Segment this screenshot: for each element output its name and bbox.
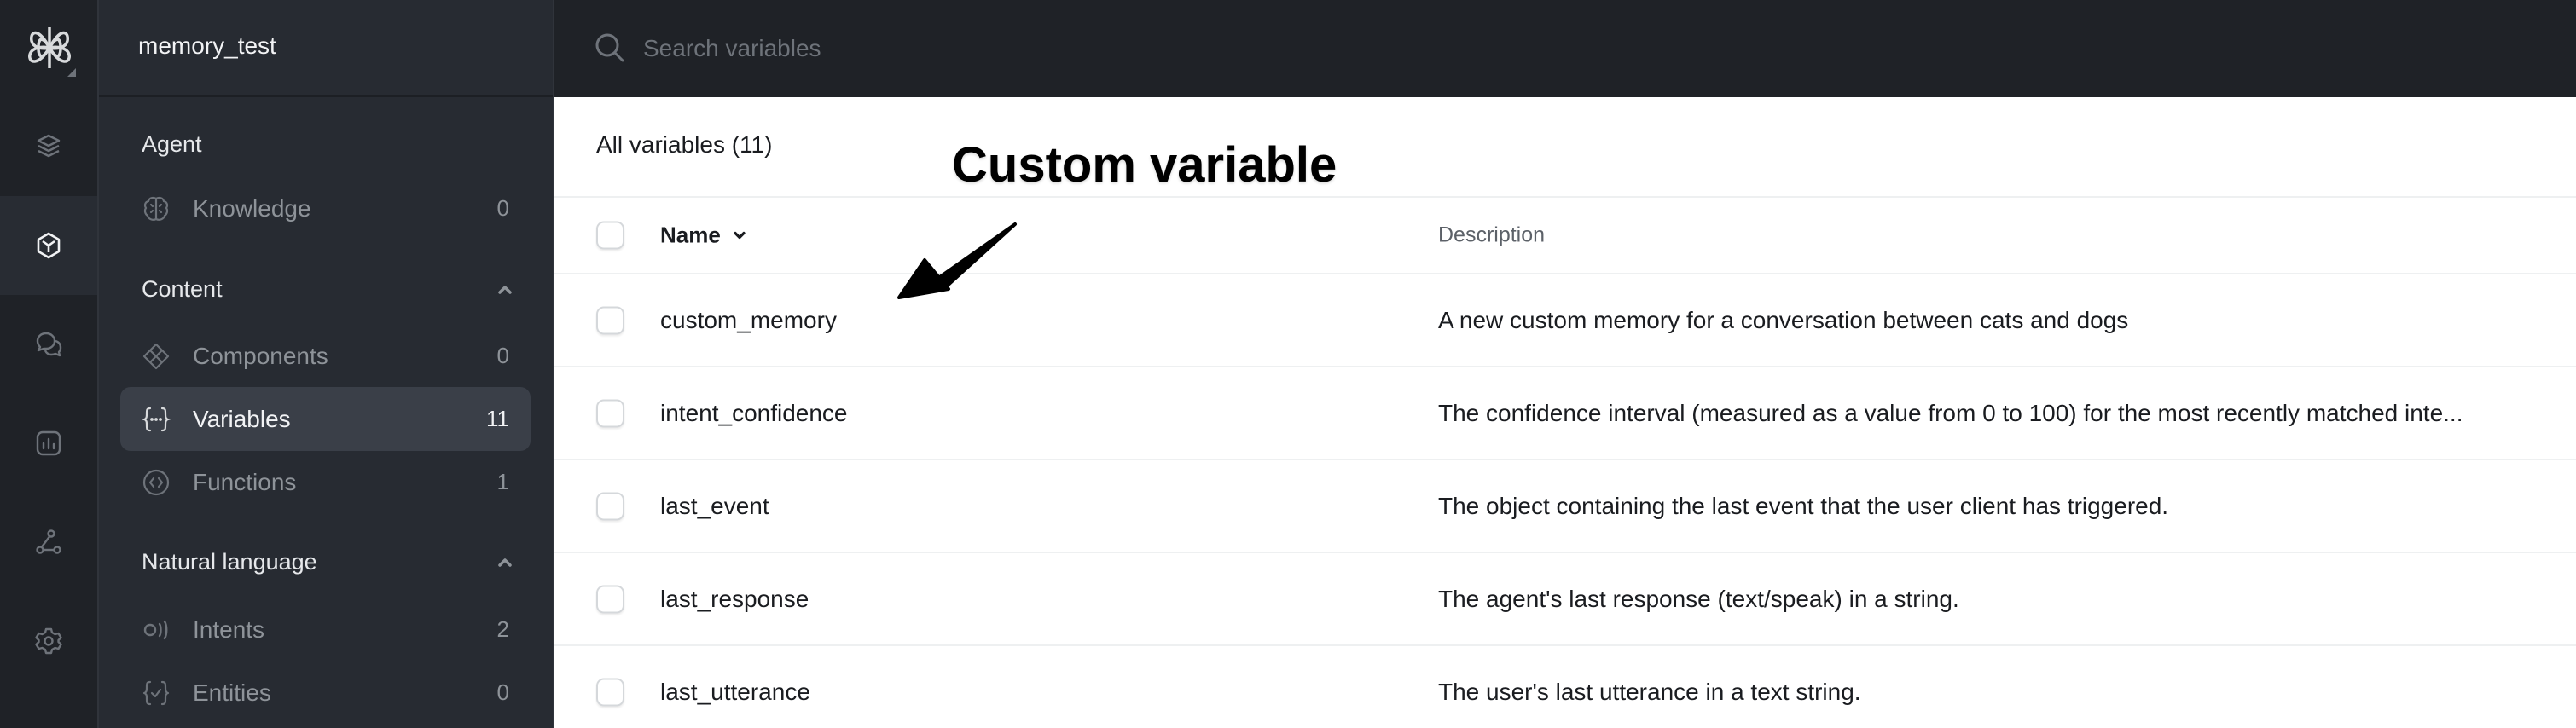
sidebar-item-count: 0	[496, 195, 509, 221]
variable-description: The agent's last response (text/speak) i…	[1438, 585, 1959, 612]
sidebar-item-label: Knowledge	[193, 194, 311, 222]
components-diamond-icon	[142, 343, 170, 369]
annotation-label: Custom variable	[952, 137, 1337, 193]
gear-icon	[35, 627, 62, 655]
variable-description: The confidence interval (measured as a v…	[1438, 399, 2463, 426]
select-all-checkbox[interactable]	[596, 221, 624, 250]
sidebar-item-knowledge[interactable]: Knowledge 0	[120, 176, 531, 240]
variable-name: last_utterance	[660, 678, 810, 705]
variables-table: Name Description custom_memory A new cus…	[554, 196, 2576, 728]
sidebar-item-count: 1	[496, 469, 509, 494]
chevron-down-icon	[734, 231, 746, 239]
table-row[interactable]: custom_memory A new custom memory for a …	[554, 273, 2576, 366]
variable-name: intent_confidence	[660, 399, 848, 426]
rail-item-knowledge-base[interactable]	[0, 97, 97, 196]
section-title-natural-language: Natural language	[142, 549, 317, 575]
sidebar-item-count: 0	[496, 343, 509, 368]
chevron-up-icon[interactable]	[496, 284, 513, 296]
row-checkbox[interactable]	[596, 399, 624, 427]
variable-description: The object containing the last event tha…	[1438, 492, 2169, 519]
row-checkbox[interactable]	[596, 306, 624, 334]
table-row[interactable]: intent_confidence The confidence interva…	[554, 366, 2576, 459]
page-title: All variables (11)	[596, 131, 773, 158]
sidebar-item-label: Functions	[193, 468, 297, 495]
row-checkbox[interactable]	[596, 678, 624, 706]
column-header-name[interactable]: Name	[660, 222, 746, 249]
analytics-chart-icon	[36, 430, 61, 456]
left-rail	[0, 0, 99, 728]
voiceflow-logo-icon	[28, 27, 76, 77]
search-icon	[595, 33, 624, 62]
cube-icon	[37, 232, 61, 259]
rail-item-content[interactable]	[0, 196, 97, 295]
sidebar-item-label: Components	[193, 342, 328, 369]
intents-signal-icon	[143, 620, 168, 639]
sidebar-item-count: 2	[496, 616, 509, 642]
brain-icon	[143, 196, 169, 221]
variable-name: last_response	[660, 585, 809, 612]
row-checkbox[interactable]	[596, 585, 624, 613]
project-header: memory_test	[99, 0, 553, 97]
chat-bubbles-icon	[36, 332, 62, 357]
rail-item-analytics[interactable]	[0, 394, 97, 493]
search-bar	[553, 0, 2576, 97]
variables-braces-icon	[142, 407, 171, 431]
layers-icon	[37, 134, 61, 158]
sidebar-item-label: Entities	[193, 679, 271, 706]
column-header-description: Description	[1438, 222, 1546, 247]
sidebar-item-functions[interactable]: Functions 1	[120, 450, 531, 514]
variables-panel: All variables (11) Name Description cust…	[553, 97, 2576, 728]
variable-name: custom_memory	[660, 306, 837, 333]
sidebar-item-label: Variables	[193, 405, 291, 432]
search-input[interactable]	[643, 26, 1411, 72]
column-header-name-label: Name	[660, 222, 721, 248]
section-title-agent: Agent	[142, 131, 202, 157]
secondary-sidebar: memory_test Agent Knowledge 0 Content Co…	[99, 0, 553, 728]
table-row[interactable]: last_event The object containing the las…	[554, 459, 2576, 552]
functions-code-icon	[142, 469, 170, 495]
variable-description: A new custom memory for a conversation b…	[1438, 306, 2129, 333]
sidebar-item-intents[interactable]: Intents 2	[120, 598, 531, 662]
graph-nodes-icon	[36, 529, 61, 554]
sidebar-item-label: Intents	[193, 615, 265, 643]
sidebar-item-components[interactable]: Components 0	[120, 324, 531, 388]
rail-item-settings[interactable]	[0, 592, 97, 690]
row-checkbox[interactable]	[596, 492, 624, 520]
table-row[interactable]: last_utterance The user's last utterance…	[554, 644, 2576, 728]
sidebar-item-count: 11	[486, 406, 509, 431]
logo[interactable]	[0, 0, 99, 97]
variable-name: last_event	[660, 492, 769, 519]
table-header-row: Name Description	[554, 196, 2576, 273]
variable-description: The user's last utterance in a text stri…	[1438, 678, 1861, 705]
sidebar-item-count: 0	[496, 679, 509, 705]
sidebar-item-variables[interactable]: Variables 11	[120, 387, 531, 451]
entities-check-braces-icon	[142, 680, 170, 705]
chevron-up-icon[interactable]	[496, 557, 513, 569]
section-title-content: Content	[142, 276, 223, 302]
annotation-arrow-icon	[897, 222, 1017, 299]
project-name[interactable]: memory_test	[138, 32, 276, 60]
sidebar-item-entities[interactable]: Entities 0	[120, 661, 531, 725]
table-row[interactable]: last_response The agent's last response …	[554, 552, 2576, 644]
rail-item-integrations[interactable]	[0, 493, 97, 592]
rail-item-conversations[interactable]	[0, 295, 97, 394]
